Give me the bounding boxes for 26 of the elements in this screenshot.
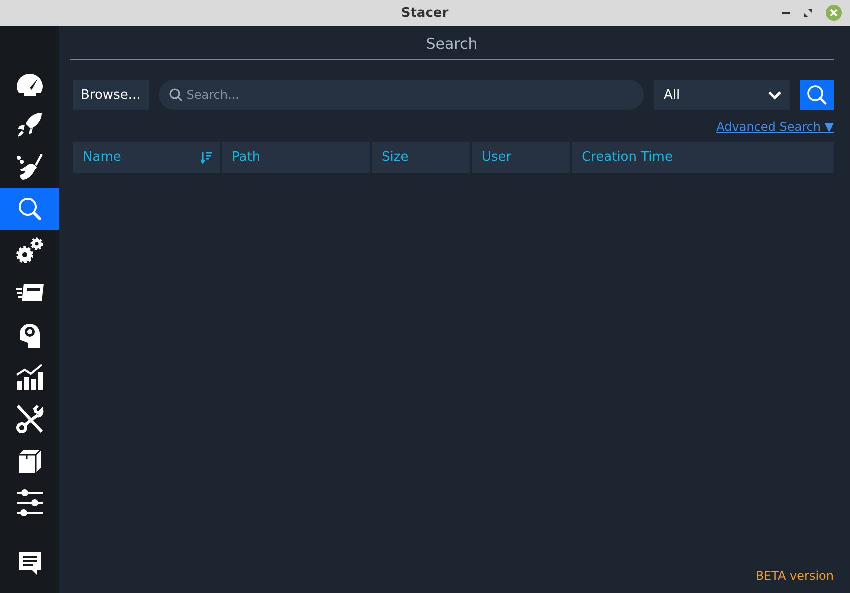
browse-button[interactable]: Browse... <box>73 80 149 110</box>
version-label: BETA version <box>756 569 834 583</box>
chevron-down-icon <box>768 90 782 100</box>
bar-chart-icon <box>16 363 44 391</box>
search-icon <box>16 196 42 222</box>
column-header[interactable]: User <box>472 142 572 173</box>
page-title: Search <box>70 26 834 60</box>
column-header[interactable]: Size <box>372 142 472 173</box>
rocket-icon <box>16 111 44 139</box>
maximize-icon[interactable] <box>804 9 812 17</box>
column-header[interactable]: Name <box>73 142 222 173</box>
column-header[interactable]: Path <box>222 142 372 173</box>
advanced-search-link[interactable]: Advanced Search ▼ <box>716 120 834 134</box>
broom-icon <box>16 153 44 181</box>
search-icon <box>168 88 183 102</box>
window-title: Stacer <box>401 6 449 20</box>
box-icon <box>16 448 42 474</box>
filter-dropdown[interactable]: All <box>654 80 790 110</box>
search-icon <box>806 84 828 106</box>
gears-icon <box>14 237 44 265</box>
sliders-icon <box>16 489 44 517</box>
feedback-icon <box>16 550 42 576</box>
search-button[interactable] <box>800 80 834 110</box>
column-header[interactable]: Creation Time <box>572 142 834 173</box>
search-field[interactable]: Search... <box>158 80 644 110</box>
wrench-screwdriver-icon <box>16 404 44 434</box>
